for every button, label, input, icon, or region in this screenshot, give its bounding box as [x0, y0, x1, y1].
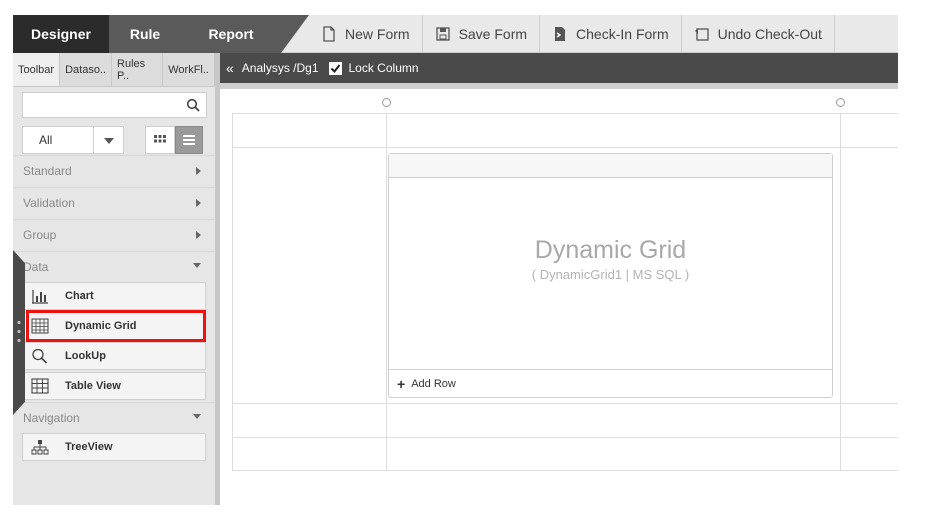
add-row-button[interactable]: + Add Row — [389, 369, 832, 397]
section-validation[interactable]: Validation — [13, 187, 215, 217]
undo-icon — [694, 26, 710, 42]
add-row-label: Add Row — [411, 377, 456, 390]
main-tabs: Designer Rule Report — [13, 15, 309, 53]
search-icon[interactable] — [186, 98, 200, 112]
section-data[interactable]: Data — [13, 251, 215, 281]
tab-arrow-decoration — [281, 15, 309, 53]
chevron-right-icon — [196, 167, 201, 175]
path-bar: « Analysys /Dg1 Lock Column — [220, 53, 898, 83]
grid-view-icon — [154, 135, 166, 143]
save-form-button[interactable]: Save Form — [423, 15, 541, 53]
drag-dots-icon[interactable] — [16, 318, 22, 346]
undo-check-out-button[interactable]: Undo Check-Out — [682, 15, 835, 53]
toolbox-panel: Toolbar Dataso.. Rules P.. WorkFl.. All … — [13, 53, 215, 505]
check-in-form-button[interactable]: Check-In Form — [540, 15, 682, 53]
category-select-value: All — [39, 133, 53, 147]
collapse-panel-icon[interactable]: « — [226, 60, 234, 76]
toolbox-item-label: Chart — [65, 290, 94, 302]
layout-gridline — [232, 437, 898, 438]
toolbox-item-treeview[interactable]: TreeView — [22, 433, 206, 461]
column-resize-pin[interactable] — [836, 98, 845, 107]
toolbox-item-label: Table View — [65, 380, 121, 392]
tab-datasource[interactable]: Dataso.. — [60, 53, 113, 86]
section-validation-label: Validation — [23, 195, 75, 210]
form-actions: New Form Save Form Check-In Form Undo Ch… — [309, 15, 835, 53]
layout-gridline — [840, 113, 841, 470]
tab-workflow[interactable]: WorkFl.. — [163, 53, 215, 86]
lock-column-label: Lock Column — [348, 61, 419, 75]
section-navigation-label: Navigation — [23, 410, 80, 425]
grid-title: Dynamic Grid — [534, 236, 687, 264]
lock-column-checkbox[interactable] — [328, 61, 342, 75]
chevron-down-icon — [193, 414, 201, 419]
chevron-right-icon — [196, 231, 201, 239]
grid-view-toggle[interactable] — [145, 126, 175, 154]
tab-report[interactable]: Report — [181, 15, 281, 53]
dynamic-grid-control[interactable]: Dynamic Grid ( DynamicGrid1 | MS SQL ) +… — [388, 153, 833, 398]
chevron-down-icon — [193, 263, 201, 268]
layout-gridline — [232, 113, 898, 114]
section-standard-label: Standard — [23, 163, 72, 178]
undo-check-out-label: Undo Check-Out — [717, 26, 822, 42]
toolbox-item-lookup[interactable]: LookUp — [22, 342, 206, 370]
category-select[interactable]: All — [22, 126, 124, 154]
tab-rule[interactable]: Rule — [109, 15, 181, 53]
tree-icon — [31, 439, 49, 455]
toolbox-item-label: TreeView — [65, 441, 113, 453]
layout-gridline — [232, 403, 898, 404]
layout-gridline — [232, 113, 233, 470]
section-group[interactable]: Group — [13, 219, 215, 249]
selection-highlight — [26, 310, 206, 342]
table-icon — [31, 378, 49, 394]
grid-header — [389, 154, 832, 178]
chevron-down-icon[interactable] — [93, 127, 123, 153]
section-standard[interactable]: Standard — [13, 155, 215, 185]
section-navigation[interactable]: Navigation — [13, 402, 215, 432]
layout-gridline — [232, 147, 898, 148]
list-view-icon — [183, 135, 195, 145]
toolbox-item-label: LookUp — [65, 350, 106, 362]
new-form-button[interactable]: New Form — [309, 15, 423, 53]
document-icon — [321, 26, 337, 42]
plus-icon: + — [397, 375, 406, 392]
grid-subtitle: ( DynamicGrid1 | MS SQL ) — [531, 267, 690, 282]
top-toolbar: Designer Rule Report New Form Save Form … — [13, 15, 898, 53]
tab-toolbar[interactable]: Toolbar — [13, 53, 61, 86]
magnifier-icon — [31, 348, 49, 364]
tab-designer[interactable]: Designer — [13, 15, 109, 53]
save-form-label: Save Form — [458, 26, 528, 42]
form-path: Analysys /Dg1 — [241, 61, 319, 75]
check-in-form-label: Check-In Form — [576, 26, 669, 42]
chevron-right-icon — [196, 199, 201, 207]
toolbox-search-input[interactable] — [22, 92, 207, 118]
column-resize-pin[interactable] — [382, 98, 391, 107]
section-data-label: Data — [23, 259, 49, 274]
list-view-toggle[interactable] — [175, 126, 203, 154]
layout-gridline — [232, 470, 898, 471]
tab-rules-panel[interactable]: Rules P.. — [112, 53, 164, 86]
save-icon — [435, 26, 451, 42]
bar-chart-icon — [31, 288, 49, 304]
section-group-label: Group — [23, 227, 57, 242]
new-form-label: New Form — [345, 26, 410, 42]
layout-gridline — [386, 113, 387, 470]
check-in-icon — [552, 26, 568, 42]
toolbox-item-table-view[interactable]: Table View — [22, 372, 206, 400]
toolbox-tabs: Toolbar Dataso.. Rules P.. WorkFl.. — [13, 53, 215, 87]
toolbox-item-chart[interactable]: Chart — [22, 282, 206, 310]
checkmark-icon — [330, 63, 340, 73]
